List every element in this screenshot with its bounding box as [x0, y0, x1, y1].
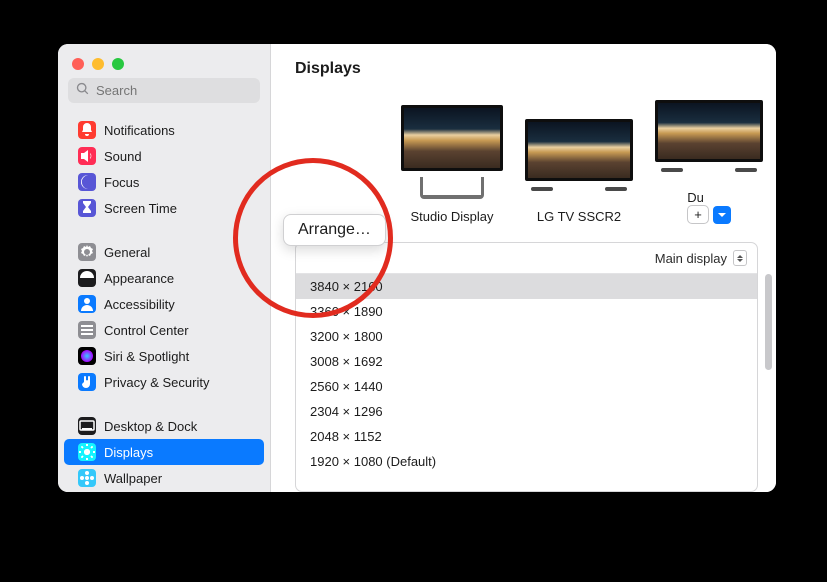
scrollbar[interactable]: [765, 274, 772, 370]
monitor-label: Du +: [687, 190, 731, 224]
gear-icon: [78, 243, 96, 261]
add-display-button[interactable]: +: [687, 205, 709, 224]
sidebar-item-label: Siri & Spotlight: [104, 349, 189, 364]
sidebar-item-privacy-security[interactable]: Privacy & Security: [64, 369, 264, 395]
stepper-icon: [733, 250, 747, 266]
monitor-du[interactable]: Du +: [655, 100, 763, 224]
moon-icon: [78, 173, 96, 191]
resolution-option[interactable]: 3840 × 2160: [296, 274, 757, 299]
sidebar-item-control-center[interactable]: Control Center: [64, 317, 264, 343]
sidebar-item-label: Displays: [104, 445, 153, 460]
resolution-option[interactable]: 2304 × 1296: [296, 399, 757, 424]
resolution-option[interactable]: 2048 × 1152: [296, 424, 757, 449]
bell-icon: [78, 121, 96, 139]
search-field[interactable]: [68, 78, 260, 103]
siri-icon: [78, 347, 96, 365]
sidebar-item-label: Wallpaper: [104, 471, 162, 486]
main-content: Displays Studio Display LG TV SSCR2 Du +…: [271, 44, 776, 492]
hand-icon: [78, 373, 96, 391]
sidebar-item-sound[interactable]: Sound: [64, 143, 264, 169]
sidebar-item-label: Screen Time: [104, 201, 177, 216]
sidebar-item-label: Focus: [104, 175, 139, 190]
sliders-icon: [78, 321, 96, 339]
resolution-option[interactable]: 3008 × 1692: [296, 349, 757, 374]
sidebar-item-notifications[interactable]: Notifications: [64, 117, 264, 143]
monitor-stand: [420, 177, 484, 199]
resolution-option[interactable]: 1920 × 1080 (Default): [296, 449, 757, 474]
sidebar-item-general[interactable]: General: [64, 239, 264, 265]
monitor-stand: [655, 168, 763, 180]
sidebar-item-displays[interactable]: Displays: [64, 439, 264, 465]
hourglass-icon: [78, 199, 96, 217]
sidebar-item-label: Accessibility: [104, 297, 175, 312]
monitor-label: LG TV SSCR2: [537, 209, 621, 224]
resolution-panel: Main display 3840 × 21603360 × 18903200 …: [295, 242, 758, 492]
sidebar-item-focus[interactable]: Focus: [64, 169, 264, 195]
monitor-studio-display[interactable]: Studio Display: [401, 105, 503, 224]
sun-icon: [78, 443, 96, 461]
appearance-icon: [78, 269, 96, 287]
flower-icon: [78, 469, 96, 487]
sidebar-item-appearance[interactable]: Appearance: [64, 265, 264, 291]
sidebar-item-label: Appearance: [104, 271, 174, 286]
resolution-option[interactable]: 3360 × 1890: [296, 299, 757, 324]
sidebar-item-wallpaper[interactable]: Wallpaper: [64, 465, 264, 491]
resolution-option[interactable]: 3200 × 1800: [296, 324, 757, 349]
resolution-option[interactable]: 2560 × 1440: [296, 374, 757, 399]
sidebar-item-screen-time[interactable]: Screen Time: [64, 195, 264, 221]
sidebar-item-label: Privacy & Security: [104, 375, 209, 390]
system-settings-window: Notifications Sound Focus Screen Time Genera…: [58, 44, 776, 492]
sidebar-item-label: Control Center: [104, 323, 189, 338]
sidebar-item-siri-spotlight[interactable]: Siri & Spotlight: [64, 343, 264, 369]
sidebar-item-label: General: [104, 245, 150, 260]
dock-icon: [78, 417, 96, 435]
search-icon: [76, 82, 90, 99]
search-input[interactable]: [96, 83, 252, 98]
sidebar-item-screen-saver[interactable]: Screen Saver: [64, 491, 264, 492]
close-window-button[interactable]: [72, 58, 84, 70]
display-options-button[interactable]: [713, 206, 731, 224]
sidebar-item-desktop-dock[interactable]: Desktop & Dock: [64, 413, 264, 439]
monitor-lg-tv-sscr2[interactable]: LG TV SSCR2: [525, 119, 633, 224]
monitor-label: Studio Display: [410, 209, 493, 224]
page-title: Displays: [271, 44, 776, 82]
monitor-thumbnails: Studio Display LG TV SSCR2 Du +: [271, 82, 776, 232]
sidebar: Notifications Sound Focus Screen Time Genera…: [58, 44, 271, 492]
monitor-thumbnail: [655, 100, 763, 162]
traffic-lights: [58, 44, 270, 78]
use-as-label: Main display: [655, 251, 727, 266]
sidebar-item-label: Desktop & Dock: [104, 419, 197, 434]
arrange-button[interactable]: Arrange…: [283, 214, 386, 246]
speaker-icon: [78, 147, 96, 165]
sidebar-item-accessibility[interactable]: Accessibility: [64, 291, 264, 317]
sidebar-item-label: Notifications: [104, 123, 175, 138]
minimize-window-button[interactable]: [92, 58, 104, 70]
person-icon: [78, 295, 96, 313]
monitor-thumbnail: [401, 105, 503, 171]
sidebar-item-label: Sound: [104, 149, 142, 164]
use-as-select[interactable]: Main display: [655, 250, 747, 266]
monitor-stand: [525, 187, 633, 199]
monitor-thumbnail: [525, 119, 633, 181]
zoom-window-button[interactable]: [112, 58, 124, 70]
resolution-list[interactable]: 3840 × 21603360 × 18903200 × 18003008 × …: [296, 274, 757, 491]
